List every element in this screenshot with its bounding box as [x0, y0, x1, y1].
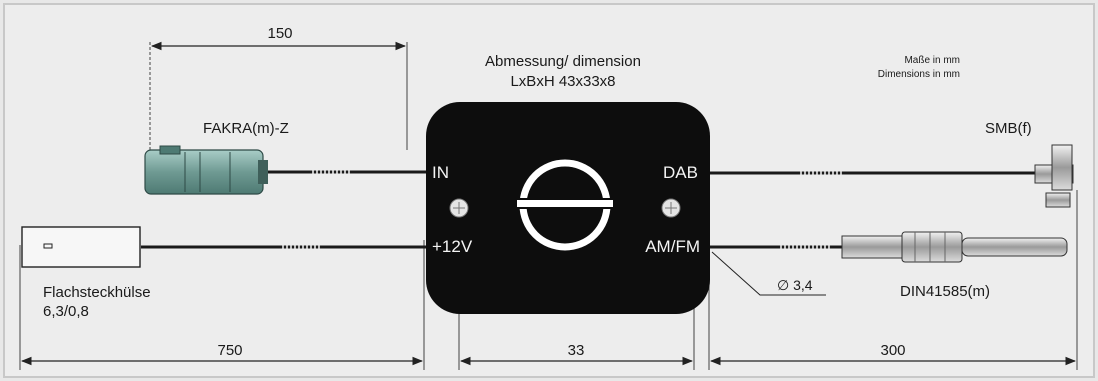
- port-amfm-label: AM/FM: [645, 237, 700, 256]
- dim-bottom-right: 300: [880, 342, 905, 359]
- diagram-canvas: IN +12V DAB AM/FM Abmessung/ dimension L…: [3, 3, 1095, 378]
- port-dab-label: DAB: [663, 163, 698, 182]
- port-power-label: +12V: [432, 237, 473, 256]
- cable-diameter-label: ∅ 3,4: [777, 277, 813, 293]
- dimension-title-line2: LxBxH 43x33x8: [510, 73, 615, 90]
- dim-top-lead: 150: [267, 25, 292, 42]
- flat-connector-label-line1: Flachsteckhülse: [43, 284, 151, 301]
- flat-connector-label-line2: 6,3/0,8: [43, 303, 89, 320]
- fakra-connector: [144, 145, 268, 195]
- fakra-label: FAKRA(m)-Z: [203, 120, 289, 137]
- dim-bottom-left: 750: [217, 342, 242, 359]
- din-label: DIN41585(m): [900, 283, 990, 300]
- smb-label: SMB(f): [985, 120, 1032, 137]
- dimension-title-line1: Abmessung/ dimension: [485, 53, 641, 70]
- dim-box-width: 33: [568, 342, 585, 359]
- units-label-en: Dimensions in mm: [878, 69, 960, 80]
- port-in-label: IN: [432, 163, 449, 182]
- flat-connector: [21, 226, 141, 268]
- diagram-stage: IN +12V DAB AM/FM Abmessung/ dimension L…: [0, 0, 1098, 381]
- units-label-de: Maße in mm: [904, 55, 960, 66]
- amplifier-box: IN +12V DAB AM/FM: [426, 102, 710, 314]
